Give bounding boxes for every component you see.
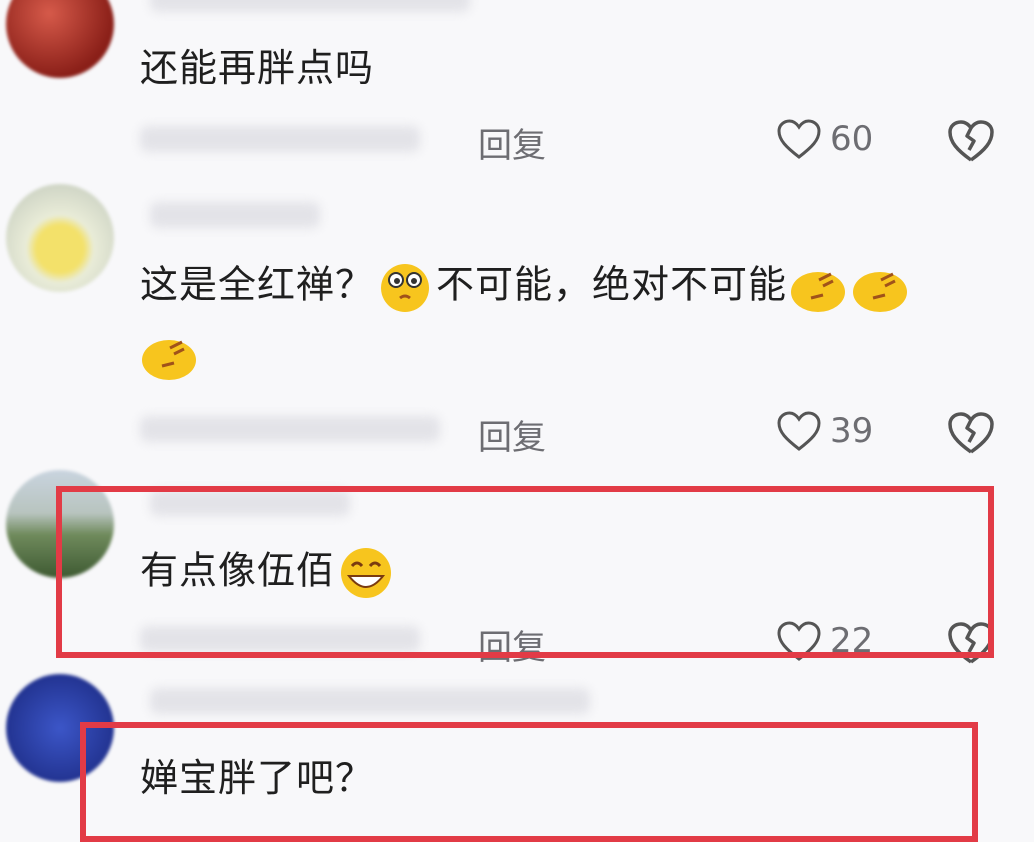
blurred-timestamp [140, 126, 420, 152]
avatar[interactable] [6, 184, 114, 292]
sleepy-emoji [853, 272, 908, 312]
heart-outline-icon [777, 119, 821, 159]
highlight-box [80, 722, 978, 842]
like-count: 39 [830, 411, 874, 451]
comment-item: 这是全红禅？ 不可能，绝对不可能 回复 39 [0, 180, 1034, 470]
like-count: 60 [830, 119, 874, 159]
blurred-timestamp [140, 416, 440, 442]
broken-heart-icon[interactable] [946, 118, 996, 164]
comment-text: 还能再胖点吗 [140, 46, 375, 90]
avatar[interactable] [6, 0, 114, 78]
reply-button[interactable]: 回复 [478, 410, 546, 459]
thinking-emoji [381, 264, 430, 312]
sleepy-emoji [791, 272, 846, 312]
like-button[interactable]: 39 [776, 410, 873, 452]
reply-button[interactable]: 回复 [478, 118, 546, 167]
blurred-username [150, 688, 590, 714]
sleepy-emoji [142, 340, 196, 380]
like-button[interactable]: 60 [776, 118, 873, 160]
blurred-username [150, 0, 470, 12]
heart-outline-icon [777, 411, 821, 451]
blurred-username [150, 202, 320, 228]
highlight-box [56, 486, 994, 658]
comment-text: 这是全红禅？ 不可能，绝对不可能 [140, 258, 911, 316]
comment-text-part: 不可能，绝对不可能 [436, 262, 788, 307]
comment-item: 还能再胖点吗 回复 60 [0, 0, 1034, 180]
comment-text-part: 这是全红禅？ [140, 262, 375, 307]
broken-heart-icon[interactable] [946, 410, 996, 456]
